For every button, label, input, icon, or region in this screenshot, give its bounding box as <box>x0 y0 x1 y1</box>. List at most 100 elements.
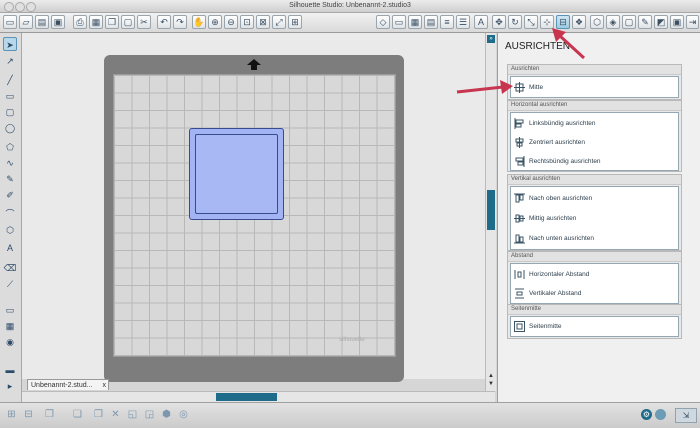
page-view-icon[interactable]: ▭ <box>3 303 17 317</box>
send-back-icon[interactable]: ◲ <box>142 407 157 422</box>
horizontal-scrollbar[interactable] <box>22 391 495 402</box>
library-view-icon[interactable]: ▦ <box>3 319 17 333</box>
offset-icon[interactable]: ◈ <box>606 15 620 29</box>
line-tool-icon[interactable]: ╱ <box>3 73 17 87</box>
help-icon[interactable] <box>655 409 666 420</box>
minimize-window-button[interactable] <box>15 2 25 12</box>
align-vcenter-button[interactable]: Mittig ausrichten <box>514 211 576 225</box>
zoom-drag-icon[interactable]: ⊠ <box>256 15 270 29</box>
fill-color-icon[interactable]: ≡ <box>440 15 454 29</box>
text-tool-icon[interactable]: A <box>3 241 17 255</box>
weld-icon[interactable]: ⬢ <box>159 407 174 422</box>
scissors-icon[interactable]: ✂ <box>137 15 151 29</box>
curve-tool-icon[interactable]: ∿ <box>3 156 17 170</box>
knife-tool-icon[interactable]: ⟋ <box>3 277 17 291</box>
freehand-tool-icon[interactable]: ✎ <box>3 172 17 186</box>
rectangle-tool-icon[interactable]: ▭ <box>3 89 17 103</box>
align-left-button[interactable]: Linksbündig ausrichten <box>514 116 596 130</box>
align-center-button[interactable]: Mitte <box>514 80 543 94</box>
silhouette-store-icon[interactable]: ◉ <box>3 335 17 349</box>
polygon-tool-icon[interactable]: ⬠ <box>3 140 17 154</box>
work-area[interactable]: silhouette <box>22 33 485 382</box>
grid-settings-icon[interactable]: ▦ <box>408 15 422 29</box>
align-bottom-button[interactable]: Nach unten ausrichten <box>514 231 594 245</box>
replicate-icon[interactable]: ❖ <box>572 15 586 29</box>
print-icon[interactable]: ⎙ <box>73 15 87 29</box>
expand-panel-button[interactable]: » <box>487 35 495 43</box>
align-top-icon <box>514 193 525 202</box>
vertical-scroll-thumb[interactable] <box>487 190 495 230</box>
align-right-button[interactable]: Rechtsbündig ausrichten <box>514 154 601 168</box>
registration-marks-icon[interactable]: ▤ <box>424 15 438 29</box>
save-icon[interactable]: ▣ <box>51 15 65 29</box>
send-to-cutter-icon[interactable]: ⇥ <box>686 15 699 29</box>
scale-icon[interactable]: ⤡ <box>524 15 538 29</box>
horizontal-scroll-thumb[interactable] <box>216 393 277 401</box>
page-center-button[interactable]: Seitenmitte <box>514 319 562 333</box>
zoom-window-button[interactable] <box>26 2 36 12</box>
settings-gear-icon[interactable]: ⚙ <box>641 409 652 420</box>
trace-icon[interactable]: ▢ <box>622 15 636 29</box>
pan-hand-icon[interactable]: ✋ <box>192 15 206 29</box>
send-panel-icon[interactable]: ⇲ <box>675 408 697 423</box>
smooth-freehand-icon[interactable]: ✐ <box>3 188 17 202</box>
zoom-all-icon[interactable]: ⊞ <box>288 15 302 29</box>
zoom-select-icon[interactable]: ⊡ <box>240 15 254 29</box>
mat-grid[interactable]: silhouette <box>113 74 396 357</box>
ellipse-tool-icon[interactable]: ◯ <box>3 121 17 135</box>
align-panel-icon[interactable]: ⊟ <box>556 15 570 29</box>
panel-toggle-icon[interactable]: ▬ <box>3 363 17 377</box>
regular-polygon-icon[interactable]: ⬡ <box>3 223 17 237</box>
sketch-icon[interactable]: ✎ <box>638 15 652 29</box>
ungroup-icon[interactable]: ⊟ <box>21 407 36 422</box>
redo-icon[interactable]: ↷ <box>173 15 187 29</box>
page-settings-icon[interactable]: ▭ <box>392 15 406 29</box>
close-window-button[interactable] <box>4 2 14 12</box>
vertical-scrollbar[interactable]: » ▲ ▼ <box>485 33 496 391</box>
rounded-rectangle-tool-icon[interactable]: ▢ <box>3 105 17 119</box>
eraser-icon[interactable]: ◇ <box>376 15 390 29</box>
tab-close-icon[interactable]: x <box>103 380 107 391</box>
arc-tool-icon[interactable]: ⌒ <box>3 207 17 221</box>
eraser-tool-icon[interactable]: ⌫ <box>3 261 17 275</box>
transform-icon[interactable]: ✥ <box>492 15 506 29</box>
document-tab[interactable]: Unbenannt-2.stud... x <box>27 379 109 390</box>
mat-watermark: silhouette <box>339 337 365 343</box>
select-arrow-icon[interactable]: ➤ <box>3 37 17 51</box>
move-icon[interactable]: ⊹ <box>540 15 554 29</box>
compound-path-icon[interactable]: ❐ <box>42 407 57 422</box>
horizontal-spacing-button[interactable]: Horizontaler Abstand <box>514 267 589 281</box>
modify-icon[interactable]: ⬡ <box>590 15 604 29</box>
new-document-icon[interactable]: ▭ <box>3 15 17 29</box>
selected-rounded-square[interactable] <box>189 128 284 220</box>
align-top-button[interactable]: Nach oben ausrichten <box>514 191 592 205</box>
scroll-up-icon[interactable]: ▲ <box>487 373 495 380</box>
fit-page-icon[interactable]: ⤢ <box>272 15 286 29</box>
cut-settings-icon[interactable]: ◩ <box>654 15 668 29</box>
open-folder-icon[interactable]: ▱ <box>19 15 33 29</box>
vertical-spacing-button[interactable]: Vertikaler Abstand <box>514 286 581 300</box>
scroll-down-icon[interactable]: ▼ <box>487 381 495 388</box>
zoom-out-icon[interactable]: ⊖ <box>224 15 238 29</box>
cut-send-icon[interactable]: ▦ <box>89 15 103 29</box>
rotate-icon[interactable]: ↻ <box>508 15 522 29</box>
text-style-icon[interactable]: A <box>474 15 488 29</box>
library-icon[interactable]: ▤ <box>35 15 49 29</box>
group-icon[interactable]: ⊞ <box>4 407 19 422</box>
panel-arrow-icon[interactable]: ▸ <box>3 379 17 393</box>
paste-icon[interactable]: ▢ <box>121 15 135 29</box>
copy-icon[interactable]: ❐ <box>105 15 119 29</box>
delete-icon[interactable]: ✕ <box>108 407 123 422</box>
section-body: Nach oben ausrichten Mittig ausrichten N… <box>510 186 679 250</box>
duplicate-icon[interactable]: ❒ <box>91 407 106 422</box>
media-icon[interactable]: ▣ <box>670 15 684 29</box>
offset-shortcut-icon[interactable]: ◎ <box>176 407 191 422</box>
zoom-in-icon[interactable]: ⊕ <box>208 15 222 29</box>
bring-front-icon[interactable]: ◱ <box>125 407 140 422</box>
undo-icon[interactable]: ↶ <box>157 15 171 29</box>
line-color-icon[interactable]: ☰ <box>456 15 470 29</box>
cutting-mat: silhouette <box>104 55 404 382</box>
align-hcenter-button[interactable]: Zentriert ausrichten <box>514 135 585 149</box>
release-compound-icon[interactable]: ❏ <box>70 407 85 422</box>
point-edit-icon[interactable]: ↗ <box>3 54 17 68</box>
